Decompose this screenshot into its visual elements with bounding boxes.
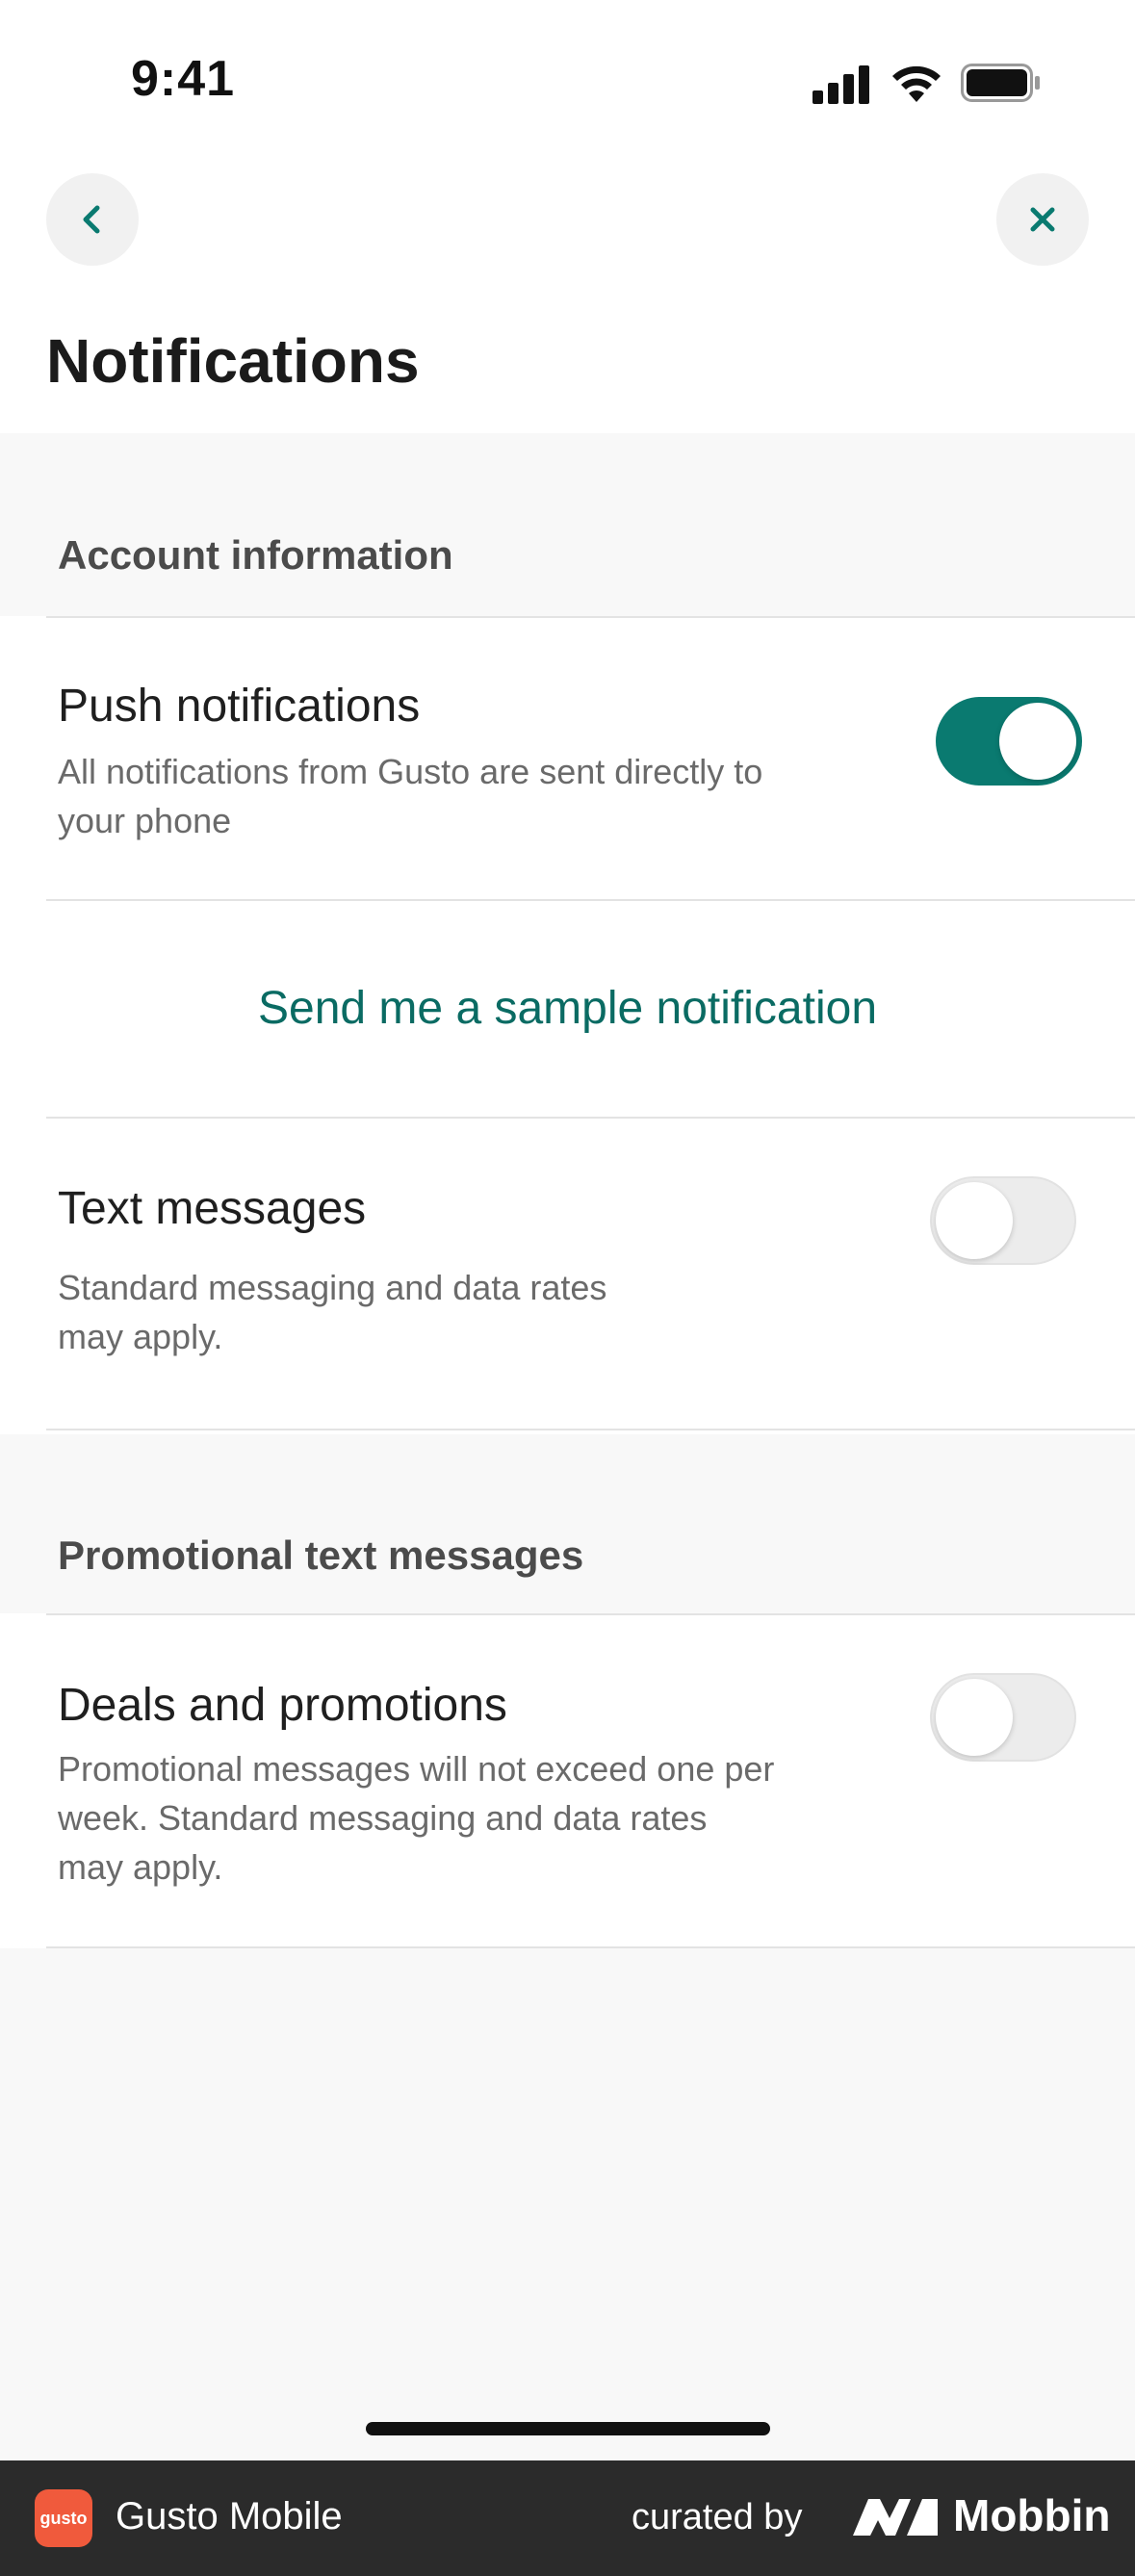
curated-by-label: curated by: [632, 2497, 803, 2537]
section-title-promotional: Promotional text messages: [58, 1533, 584, 1578]
back-button[interactable]: [46, 173, 139, 266]
push-notifications-title: Push notifications: [58, 681, 421, 732]
push-desc-line-1: All notifications from Gusto are sent di…: [58, 752, 763, 791]
push-notifications-toggle[interactable]: [936, 697, 1082, 786]
status-time: 9:41: [131, 51, 236, 107]
deals-promotions-title: Deals and promotions: [58, 1680, 507, 1731]
app-name: Gusto Mobile: [116, 2495, 343, 2537]
wifi-icon: [892, 65, 941, 102]
text-messages-title: Text messages: [58, 1183, 367, 1234]
text-messages-toggle[interactable]: [930, 1176, 1076, 1265]
send-sample-notification-button[interactable]: Send me a sample notification: [0, 982, 1135, 1035]
page-title: Notifications: [46, 326, 420, 396]
divider: [46, 1117, 1135, 1119]
battery-icon: [961, 64, 1040, 102]
close-button[interactable]: [996, 173, 1089, 266]
deals-promotions-description: Promotional messages will not exceed one…: [58, 1744, 774, 1892]
toggle-knob: [936, 1182, 1013, 1259]
mobbin-brand: Mobbin: [953, 2490, 1111, 2540]
deals-desc-line-2: week. Standard messaging and data rates: [58, 1798, 708, 1838]
toggle-knob: [936, 1679, 1013, 1756]
text-desc-line-2: may apply.: [58, 1317, 223, 1356]
push-notifications-description: All notifications from Gusto are sent di…: [58, 747, 762, 845]
deals-promotions-toggle[interactable]: [930, 1673, 1076, 1762]
divider: [46, 899, 1135, 901]
deals-desc-line-3: may apply.: [58, 1847, 223, 1887]
text-messages-description: Standard messaging and data rates may ap…: [58, 1263, 606, 1361]
mobbin-logo-icon: [853, 2499, 938, 2536]
text-desc-line-1: Standard messaging and data rates: [58, 1268, 607, 1307]
divider: [46, 1613, 1135, 1615]
close-icon: [1030, 207, 1055, 232]
cellular-signal-icon: [813, 65, 869, 104]
toggle-knob: [999, 703, 1076, 780]
section-header-promotional: [0, 1434, 1135, 1613]
section-title-account: Account information: [58, 532, 453, 578]
deals-desc-line-1: Promotional messages will not exceed one…: [58, 1749, 775, 1789]
chevron-left-icon: [83, 205, 100, 234]
gusto-app-icon: gusto: [35, 2489, 92, 2547]
section-header-account: [0, 433, 1135, 616]
push-desc-line-2: your phone: [58, 801, 232, 840]
divider: [46, 1429, 1135, 1430]
divider: [46, 1946, 1135, 1948]
home-indicator: [366, 2422, 770, 2435]
